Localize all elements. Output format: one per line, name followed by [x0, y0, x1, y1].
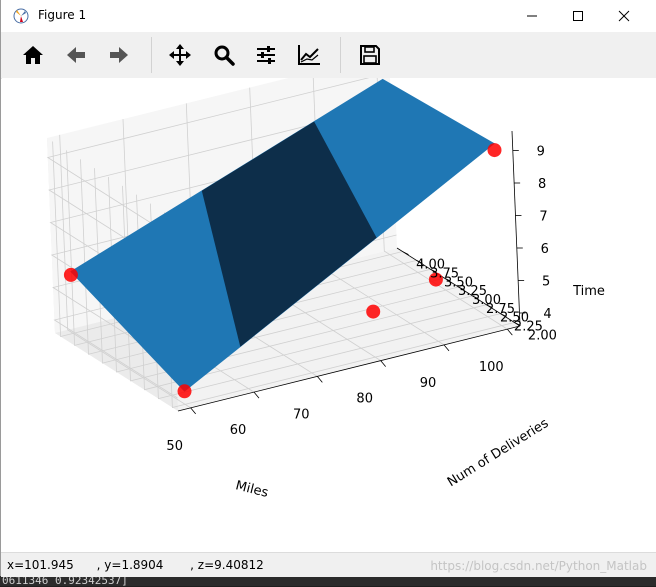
z-tick-label: 5 [542, 275, 550, 290]
z-axis-label: Time [572, 284, 605, 299]
figure-canvas[interactable]: 50 60 70 80 90 100 2.00 2.25 2.50 2.75 3.00 3.25 3.5… [2, 53, 656, 552]
y-axis-label: Num of Deliveries [445, 416, 552, 490]
maximize-button[interactable] [555, 0, 601, 32]
watermark-text: https://blog.csdn.net/Python_Matlab [430, 559, 647, 573]
x-tick-mark [253, 391, 260, 399]
subplots-button[interactable] [251, 40, 281, 70]
z-tick-label: 7 [539, 210, 547, 225]
data-point [177, 384, 192, 399]
toolbar-separator [340, 37, 341, 73]
z-axis-line [511, 130, 521, 327]
axes-edit-button[interactable] [294, 40, 324, 70]
x-tick-label: 90 [420, 376, 437, 391]
3d-axes[interactable]: 50607080901002.002.252.502.753.003.253.5… [2, 53, 656, 552]
x-axis-label: Miles [234, 478, 270, 501]
maximize-icon [573, 11, 583, 21]
minimize-button[interactable] [509, 0, 555, 32]
forward-button[interactable] [104, 40, 134, 70]
minimize-icon [527, 15, 537, 17]
x-tick-mark [443, 344, 450, 352]
arrow-left-icon [67, 47, 85, 63]
z-tick-label: 8 [538, 177, 546, 192]
x-tick-mark [380, 360, 386, 367]
z-tick-label: 9 [537, 145, 545, 160]
figure-window: Figure 1 50 60 70 80 90 100 2.00 2.25 2.… [0, 0, 656, 577]
data-point [366, 304, 381, 319]
home-button[interactable] [18, 40, 48, 70]
toolbar [1, 32, 656, 79]
x-tick-label: 100 [479, 360, 504, 375]
pan-button[interactable] [165, 40, 195, 70]
save-button[interactable] [355, 40, 385, 70]
zoom-button[interactable] [209, 40, 239, 70]
y-tick-label: 4.00 [416, 258, 445, 273]
z-tick-label: 6 [541, 242, 549, 257]
arrow-right-icon [110, 47, 128, 63]
x-tick-mark [190, 407, 196, 415]
data-point [487, 143, 502, 158]
x-tick-label: 50 [166, 439, 183, 454]
x-tick-label: 60 [230, 423, 247, 438]
home-icon [23, 46, 43, 64]
matplotlib-app-icon [13, 8, 29, 24]
z-tick-label: 4 [543, 307, 551, 322]
move-icon [169, 44, 191, 66]
floppy-disk-icon [360, 45, 380, 65]
close-icon [618, 10, 630, 22]
back-button[interactable] [61, 40, 91, 70]
x-tick-label: 80 [356, 392, 373, 407]
x-tick-label: 70 [293, 407, 310, 422]
x-tick-mark [317, 376, 323, 383]
window-title: Figure 1 [38, 8, 87, 22]
line-chart-icon [298, 45, 320, 65]
status-bar: x=101.945 , y=1.8904 , z=9.40812 https:/… [1, 552, 656, 577]
magnifier-icon [214, 45, 235, 66]
title-bar: Figure 1 [1, 0, 656, 32]
data-point [63, 267, 78, 282]
close-button[interactable] [601, 0, 647, 32]
x-tick-mark [507, 328, 513, 336]
toolbar-separator [151, 37, 152, 73]
sliders-icon [257, 46, 275, 64]
cursor-coordinates: x=101.945 , y=1.8904 , z=9.40812 [7, 558, 264, 572]
